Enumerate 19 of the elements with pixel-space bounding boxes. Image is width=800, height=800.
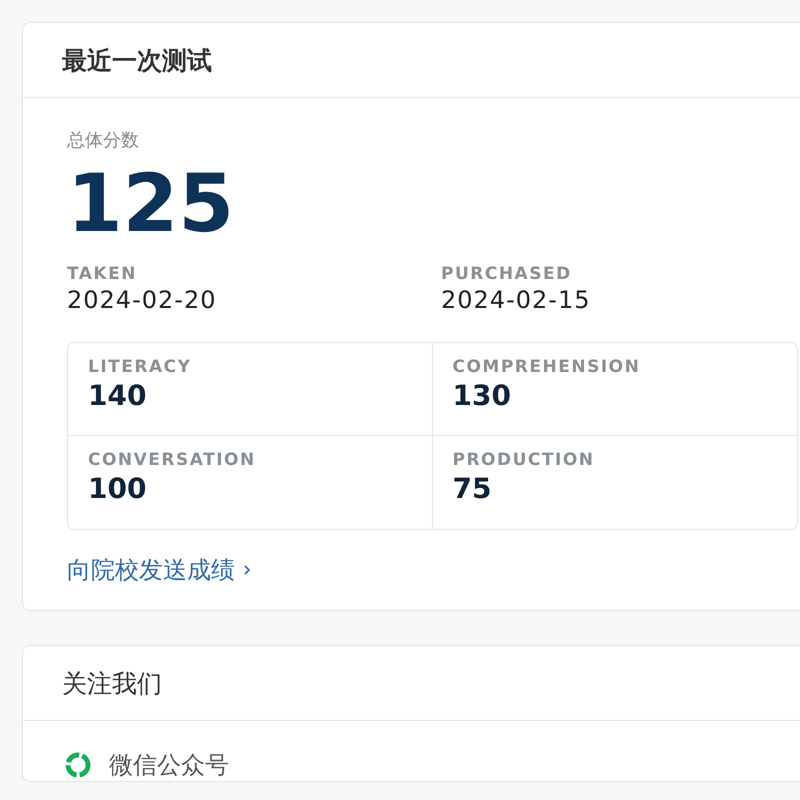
subscore-value: 130 <box>452 379 512 412</box>
date-label: TAKEN <box>67 264 138 284</box>
card-title: 关注我们 <box>62 668 162 700</box>
date-value: 2024-02-20 <box>67 286 218 314</box>
chevron-right-icon <box>243 564 251 576</box>
subscore-value: 140 <box>88 379 148 412</box>
send-scores-link[interactable]: 向院校发送成绩 <box>67 554 251 586</box>
subscore-label: PRODUCTION <box>452 450 596 470</box>
overall-score-label: 总体分数 <box>67 129 140 152</box>
card-title: 最近一次测试 <box>62 44 212 76</box>
date-label: PURCHASED <box>441 264 573 284</box>
subscore-label: CONVERSATION <box>88 450 257 470</box>
overall-score: 125 <box>67 164 235 244</box>
follow-item[interactable]: 微信公众号 <box>109 749 229 781</box>
subscore-value: 75 <box>452 472 492 505</box>
subscore-label: LITERACY <box>88 357 192 377</box>
subscore-label: COMPREHENSION <box>452 357 642 377</box>
subscore-value: 100 <box>88 472 148 505</box>
date-value: 2024-02-15 <box>441 286 592 314</box>
